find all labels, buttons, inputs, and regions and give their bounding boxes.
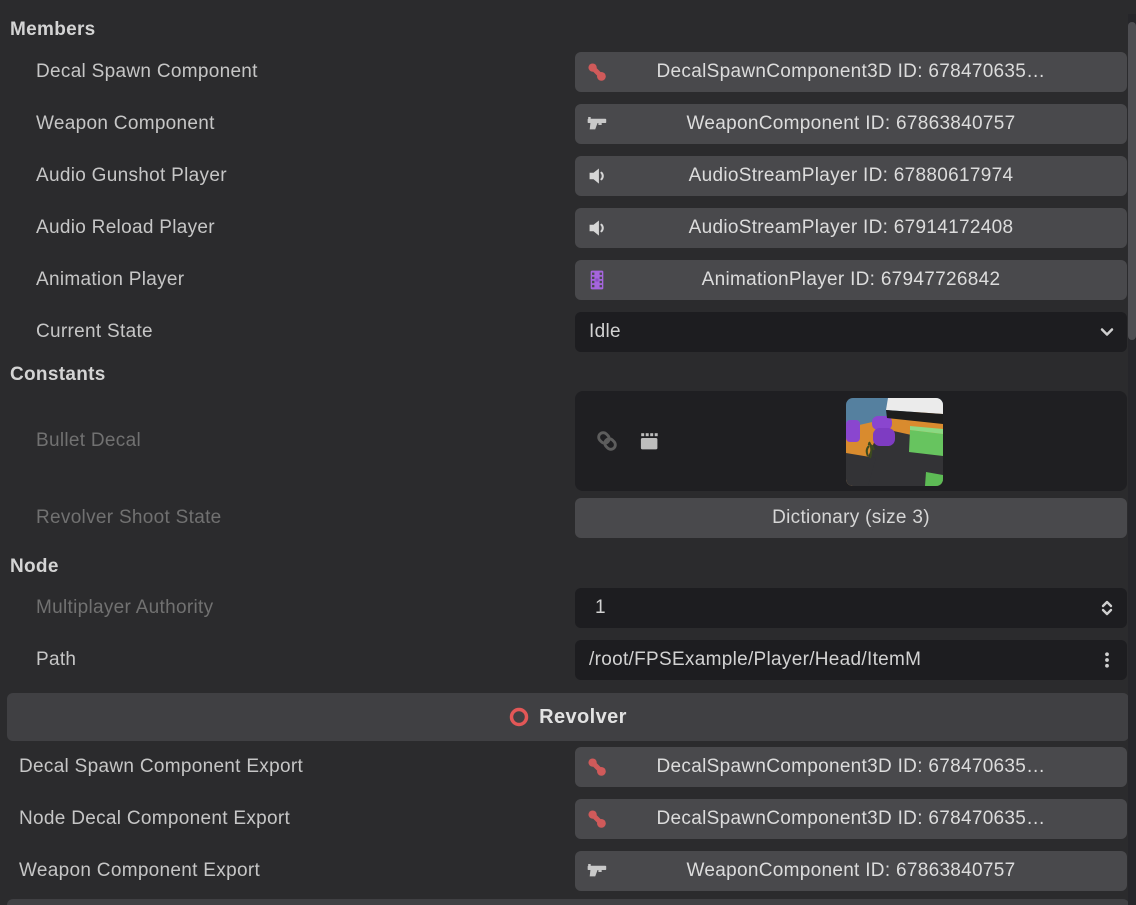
current-state-dropdown[interactable]: Idle bbox=[575, 312, 1127, 352]
section-header-members: Members bbox=[0, 14, 1136, 46]
property-row-weapon-component: Weapon Component WeaponComponent ID: 678… bbox=[0, 98, 1136, 150]
dictionary-value-button[interactable]: Dictionary (size 3) bbox=[575, 498, 1127, 538]
weapon-component-value-button[interactable]: WeaponComponent ID: 67863840757 bbox=[575, 104, 1127, 144]
audio-gunshot-player-value-button[interactable]: AudioStreamPlayer ID: 67880617974 bbox=[575, 156, 1127, 196]
speaker-icon bbox=[586, 165, 608, 187]
object-id-value: WeaponComponent ID: 67863840757 bbox=[656, 113, 1045, 135]
section-header-constants: Constants bbox=[0, 360, 1136, 390]
bullet-decal-resource-preview[interactable] bbox=[575, 391, 1127, 491]
section-title: Constants bbox=[10, 364, 106, 386]
speaker-icon bbox=[586, 217, 608, 239]
scene-clapper-icon bbox=[637, 429, 661, 453]
decal-spawn-component-export-value-button[interactable]: DecalSpawnComponent3D ID: 678470635… bbox=[575, 747, 1127, 787]
property-label: Decal Spawn Component bbox=[0, 61, 575, 83]
inspector-panel: Members Decal Spawn Component DecalSpawn… bbox=[0, 14, 1136, 905]
dropdown-selected-value: Idle bbox=[575, 321, 1127, 343]
chevron-down-icon bbox=[1097, 322, 1117, 342]
category-bar-partial bbox=[7, 899, 1129, 905]
multiplayer-authority-stepper[interactable]: 1 bbox=[575, 588, 1127, 628]
property-label: Revolver Shoot State bbox=[0, 507, 575, 529]
vertical-scrollbar-track[interactable] bbox=[1128, 14, 1136, 905]
path-value: /root/FPSExample/Player/Head/ItemM bbox=[575, 649, 1127, 671]
property-row-audio-reload-player: Audio Reload Player AudioStreamPlayer ID… bbox=[0, 202, 1136, 254]
node-ring-icon bbox=[509, 707, 529, 727]
up-down-stepper-icon[interactable] bbox=[1097, 598, 1117, 618]
object-id-value: AnimationPlayer ID: 67947726842 bbox=[672, 269, 1031, 291]
property-label: Weapon Component Export bbox=[0, 860, 575, 882]
property-label: Path bbox=[0, 649, 575, 671]
kebab-menu-icon[interactable] bbox=[1097, 650, 1117, 670]
section-title: Members bbox=[10, 19, 96, 41]
property-row-multiplayer-authority: Multiplayer Authority 1 bbox=[0, 582, 1136, 634]
property-label: Multiplayer Authority bbox=[0, 597, 575, 619]
decal-component-icon bbox=[586, 808, 608, 830]
property-label: Decal Spawn Component Export bbox=[0, 756, 575, 778]
chain-link-icon bbox=[595, 429, 619, 453]
decal-spawn-component-value-button[interactable]: DecalSpawnComponent3D ID: 678470635… bbox=[575, 52, 1127, 92]
stepper-value: 1 bbox=[575, 597, 1127, 619]
object-id-value: DecalSpawnComponent3D ID: 678470635… bbox=[627, 61, 1076, 83]
property-label: Bullet Decal bbox=[0, 430, 575, 452]
property-row-node-decal-component-export: Node Decal Component Export DecalSpawnCo… bbox=[0, 793, 1136, 845]
object-id-value: AudioStreamPlayer ID: 67914172408 bbox=[659, 217, 1044, 239]
section-header-node: Node bbox=[0, 552, 1136, 582]
weapon-component-export-value-button[interactable]: WeaponComponent ID: 67863840757 bbox=[575, 851, 1127, 891]
pistol-icon bbox=[586, 113, 608, 135]
path-input[interactable]: /root/FPSExample/Player/Head/ItemM bbox=[575, 640, 1127, 680]
property-row-weapon-component-export: Weapon Component Export WeaponComponent … bbox=[0, 845, 1136, 897]
animation-player-value-button[interactable]: AnimationPlayer ID: 67947726842 bbox=[575, 260, 1127, 300]
audio-reload-player-value-button[interactable]: AudioStreamPlayer ID: 67914172408 bbox=[575, 208, 1127, 248]
property-row-decal-spawn-component-export: Decal Spawn Component Export DecalSpawnC… bbox=[0, 741, 1136, 793]
property-label: Audio Gunshot Player bbox=[0, 165, 575, 187]
property-row-decal-spawn-component: Decal Spawn Component DecalSpawnComponen… bbox=[0, 46, 1136, 98]
3d-scene-thumbnail bbox=[846, 398, 943, 486]
pistol-icon bbox=[586, 860, 608, 882]
object-id-value: DecalSpawnComponent3D ID: 678470635… bbox=[627, 756, 1076, 778]
vertical-scrollbar-grabber[interactable] bbox=[1128, 22, 1136, 340]
object-id-value: WeaponComponent ID: 67863840757 bbox=[656, 860, 1045, 882]
node-decal-component-export-value-button[interactable]: DecalSpawnComponent3D ID: 678470635… bbox=[575, 799, 1127, 839]
section-title: Node bbox=[10, 556, 59, 578]
object-id-value: DecalSpawnComponent3D ID: 678470635… bbox=[627, 808, 1076, 830]
property-label: Animation Player bbox=[0, 269, 575, 291]
property-row-audio-gunshot-player: Audio Gunshot Player AudioStreamPlayer I… bbox=[0, 150, 1136, 202]
category-bar-revolver: Revolver bbox=[7, 693, 1129, 741]
property-row-revolver-shoot-state: Revolver Shoot State Dictionary (size 3) bbox=[0, 492, 1136, 544]
property-row-bullet-decal: Bullet Decal bbox=[0, 390, 1136, 492]
decal-component-icon bbox=[586, 756, 608, 778]
property-row-current-state: Current State Idle bbox=[0, 306, 1136, 358]
category-title: Revolver bbox=[539, 706, 627, 729]
property-label: Current State bbox=[0, 321, 575, 343]
property-row-path: Path /root/FPSExample/Player/Head/ItemM bbox=[0, 634, 1136, 686]
decal-component-icon bbox=[586, 61, 608, 83]
object-id-value: AudioStreamPlayer ID: 67880617974 bbox=[659, 165, 1044, 187]
property-row-animation-player: Animation Player AnimationPlayer ID: 679… bbox=[0, 254, 1136, 306]
property-label: Weapon Component bbox=[0, 113, 575, 135]
film-strip-icon bbox=[586, 269, 608, 291]
property-label: Node Decal Component Export bbox=[0, 808, 575, 830]
property-label: Audio Reload Player bbox=[0, 217, 575, 239]
